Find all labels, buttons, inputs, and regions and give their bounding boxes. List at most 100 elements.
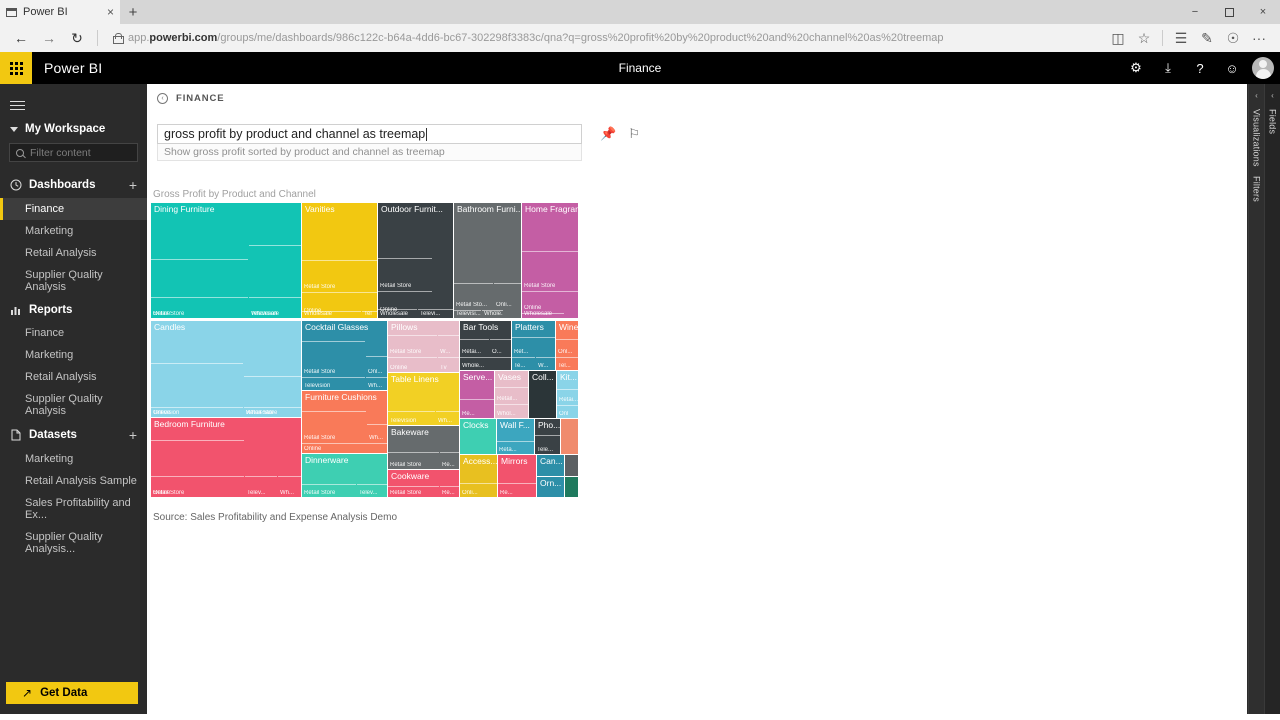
sidebar-item-dataset-sales-profitability[interactable]: Sales Profitability and Ex... [0, 492, 147, 526]
visualizations-pane-collapsed[interactable]: ‹ Visualizations Filters [1248, 84, 1264, 714]
treemap-separator [302, 411, 366, 412]
treemap-channel-label: Wh... [280, 490, 295, 496]
new-tab-button[interactable]: + [120, 0, 146, 24]
flag-icon[interactable]: ⚐ [628, 126, 640, 142]
powerbi-logo[interactable]: Power BI [32, 60, 102, 76]
close-window-button[interactable]: × [1246, 0, 1280, 24]
treemap-node[interactable]: Home Fragran... [522, 203, 578, 318]
treemap-channel-label: Whol... [497, 411, 516, 417]
page-title: Finance [618, 61, 662, 75]
sidebar-item-report-finance[interactable]: Finance [0, 322, 147, 344]
fields-pane-collapsed[interactable]: ‹ Fields [1264, 84, 1280, 714]
treemap-channel-label: Re... [500, 490, 513, 496]
get-data-button[interactable]: ↗ Get Data [6, 682, 138, 704]
treemap-separator [388, 411, 435, 412]
treemap-separator [490, 339, 511, 340]
notes-icon[interactable]: ✎ [1194, 26, 1220, 50]
treemap-channel-label: Whole... [484, 311, 503, 317]
sidebar-item-dashboard-supplier-quality[interactable]: Supplier Quality Analysis [0, 264, 147, 298]
app-launcher-icon[interactable] [0, 52, 32, 84]
qna-search-input[interactable]: gross profit by product and channel as t… [157, 124, 582, 144]
minimize-button[interactable]: − [1178, 0, 1212, 24]
treemap-node[interactable] [565, 477, 578, 497]
more-options-icon[interactable]: ··· [1246, 26, 1272, 50]
treemap-node[interactable] [561, 419, 578, 454]
treemap-category-label: Home Fragran... [525, 204, 578, 214]
treemap-separator [378, 258, 432, 259]
sidebar-item-report-supplier-quality[interactable]: Supplier Quality Analysis [0, 388, 147, 422]
address-bar[interactable]: app.powerbi.com/groups/me/dashboards/986… [105, 27, 1103, 49]
sidebar-item-dataset-retail-analysis-sample[interactable]: Retail Analysis Sample [0, 470, 147, 492]
hub-icon[interactable]: ☰ [1168, 26, 1194, 50]
treemap-node[interactable] [565, 455, 578, 476]
filter-content-input[interactable]: Filter content [9, 143, 138, 162]
avatar[interactable] [1252, 57, 1274, 79]
treemap-node[interactable]: Coll... [529, 371, 556, 418]
maximize-button[interactable] [1212, 0, 1246, 24]
treemap-category-label: Cookware [391, 471, 430, 481]
treemap-node[interactable]: Clocks [460, 419, 496, 454]
back-to-dashboard-icon[interactable]: ‹ [157, 92, 168, 104]
treemap-separator [278, 476, 301, 477]
refresh-button[interactable]: ↻ [64, 26, 90, 50]
section-header-datasets[interactable]: Datasets + [0, 422, 147, 448]
treemap-channel-label: Wholesale [304, 311, 333, 317]
window-icon [6, 7, 17, 17]
treemap-node[interactable]: Vanities [302, 203, 377, 318]
treemap-channel-label: Ret... [514, 349, 529, 355]
reading-view-icon[interactable]: ◫ [1105, 26, 1131, 50]
treemap-channel-label: Online [153, 311, 171, 317]
download-icon[interactable]: ⤓ [1152, 52, 1184, 84]
browser-tab[interactable]: Power BI × [0, 0, 120, 24]
treemap-separator [512, 337, 555, 338]
workspace-selector[interactable]: My Workspace [0, 118, 147, 143]
treemap-channel-label: Wh... [368, 383, 383, 389]
qna-query-text: gross profit by product and channel as t… [164, 127, 426, 141]
treemap-node[interactable]: Dining Furniture [151, 203, 301, 318]
sidebar-item-dataset-supplier-quality[interactable]: Supplier Quality Analysis... [0, 526, 147, 560]
filters-label: Filters [1251, 175, 1262, 202]
sidebar-item-report-marketing[interactable]: Marketing [0, 344, 147, 366]
treemap-node[interactable]: Furniture Cushions [302, 391, 387, 453]
sidebar-item-dashboard-marketing[interactable]: Marketing [0, 220, 147, 242]
treemap-node[interactable]: Bedroom Furniture [151, 418, 301, 497]
treemap-node[interactable]: Orn... [537, 477, 564, 497]
qna-suggestion[interactable]: Show gross profit sorted by product and … [157, 144, 582, 161]
chevron-left-icon[interactable]: ‹ [1271, 91, 1274, 100]
treemap-channel-label: Television [390, 418, 417, 424]
share-icon[interactable]: ☉ [1220, 26, 1246, 50]
forward-button[interactable]: → [36, 26, 62, 50]
chevron-left-icon-2[interactable]: ‹ [1255, 91, 1258, 100]
treemap-node[interactable]: Bathroom Furni... [454, 203, 521, 318]
treemap-node[interactable]: Candles [151, 321, 301, 417]
sidebar-item-dashboard-finance[interactable]: Finance [0, 198, 147, 220]
section-header-reports[interactable]: Reports [0, 298, 147, 322]
add-dataset-button[interactable]: + [129, 428, 137, 442]
treemap-chart[interactable]: Dining Furniture Retail Store Wholesale Onl… [151, 203, 579, 498]
sidebar-item-dataset-marketing[interactable]: Marketing [0, 448, 147, 470]
sidebar-item-label: Retail Analysis Sample [25, 475, 137, 487]
treemap-category-label: Serve... [463, 372, 493, 382]
favorite-icon[interactable]: ☆ [1131, 26, 1157, 50]
browser-titlebar: Power BI × + − × [0, 0, 1280, 24]
treemap-node[interactable]: Can... [537, 455, 564, 476]
section-header-dashboards[interactable]: Dashboards + [0, 172, 147, 198]
pin-icon[interactable]: 📌 [600, 126, 616, 142]
menu-icon[interactable] [0, 84, 147, 118]
back-button[interactable]: ← [8, 26, 34, 50]
sidebar-item-dashboard-retail-analysis[interactable]: Retail Analysis [0, 242, 147, 264]
treemap-channel-label: Retail Sto... [456, 302, 488, 308]
settings-icon[interactable]: ⚙ [1120, 52, 1152, 84]
treemap-channel-label: Wh... [369, 435, 384, 441]
treemap-channel-label: Whole... [462, 363, 485, 369]
treemap-category-label: Wine ... [559, 322, 578, 332]
help-icon[interactable]: ? [1184, 52, 1216, 84]
treemap-node[interactable]: Outdoor Furnit... [378, 203, 453, 318]
treemap-category-label: Cocktail Glasses [305, 322, 369, 332]
treemap-channel-label: Television [251, 311, 278, 317]
add-dashboard-button[interactable]: + [129, 178, 137, 192]
sidebar-item-report-retail-analysis[interactable]: Retail Analysis [0, 366, 147, 388]
treemap-channel-label: W... [538, 363, 549, 369]
close-tab-icon[interactable]: × [107, 5, 114, 19]
feedback-icon[interactable]: ☺ [1216, 52, 1248, 84]
